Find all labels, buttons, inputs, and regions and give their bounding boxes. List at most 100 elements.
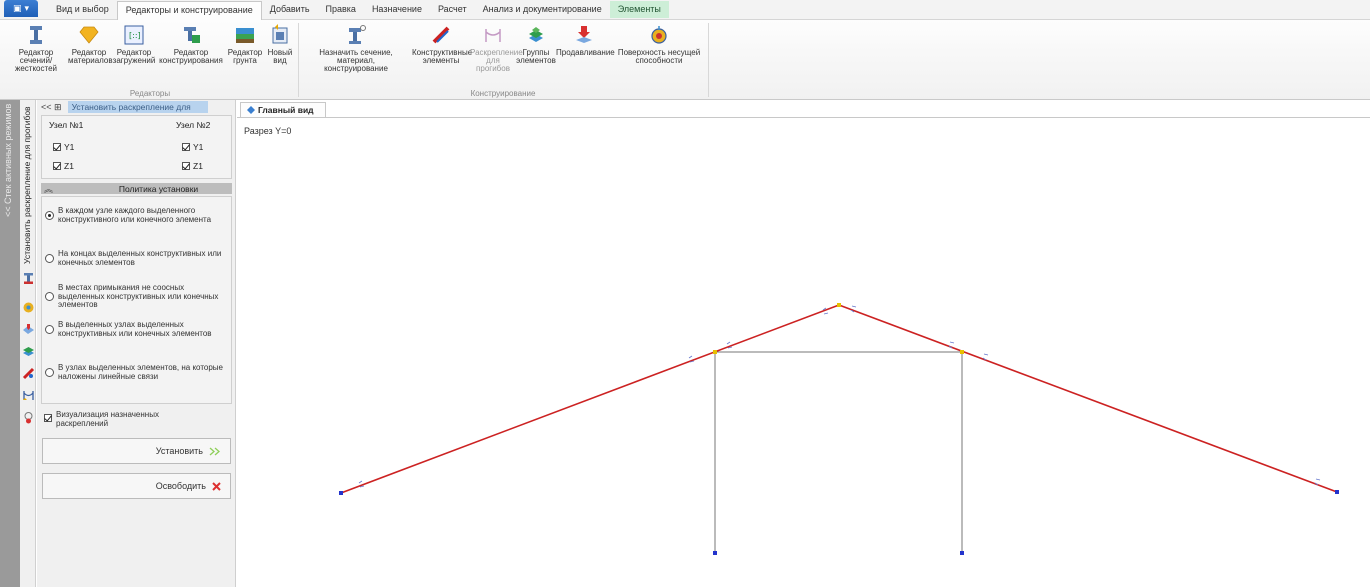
assign-section-button[interactable]: Назначить сечение, материал, конструиров… bbox=[300, 24, 412, 73]
group-label-editors: Редакторы bbox=[129, 89, 171, 98]
new-view-label-2: вид bbox=[273, 56, 287, 65]
policy-option-selected-nodes[interactable]: В выделенных узлах выделенных конструкти… bbox=[45, 320, 228, 338]
bracing-button[interactable]: Раскрепление для прогибов bbox=[470, 24, 523, 73]
policy-option-label: В узлах выделенных элементов, на которые… bbox=[58, 363, 223, 381]
radio-button[interactable] bbox=[45, 211, 54, 220]
left-rafter[interactable] bbox=[340, 304, 840, 494]
node1-z1-checkbox[interactable]: Z1 bbox=[53, 161, 74, 171]
checkbox-box[interactable] bbox=[44, 414, 52, 422]
view-icon bbox=[247, 106, 255, 114]
node[interactable] bbox=[713, 350, 717, 354]
new-view-button[interactable]: Новый вид bbox=[264, 24, 296, 65]
node2-z1-checkbox[interactable]: Z1 bbox=[182, 161, 203, 171]
checkbox-box[interactable] bbox=[53, 143, 61, 151]
checkbox-box[interactable] bbox=[53, 162, 61, 170]
radio-button[interactable] bbox=[45, 325, 54, 334]
tab-edit[interactable]: Правка bbox=[318, 1, 364, 18]
punching-label: Продавливание bbox=[556, 48, 615, 57]
panel-title: Установить раскрепление для bbox=[67, 101, 208, 113]
policy-option-each-node[interactable]: В каждом узле каждого выделенного констр… bbox=[45, 206, 228, 224]
node[interactable] bbox=[339, 491, 343, 495]
radio-button[interactable] bbox=[45, 254, 54, 263]
policy-option-linear-links[interactable]: В узлах выделенных элементов, на которые… bbox=[45, 363, 228, 381]
node1-z1-label: Z1 bbox=[64, 161, 74, 171]
tab-add[interactable]: Добавить bbox=[262, 1, 318, 18]
material-editor-button[interactable]: Редактор материалов bbox=[68, 24, 113, 65]
soil-editor-button[interactable]: Редактор грунта bbox=[226, 24, 264, 65]
design-editor-button[interactable]: Редактор конструирования bbox=[158, 24, 224, 65]
node[interactable] bbox=[1335, 490, 1339, 494]
node2-header: Узел №2 bbox=[176, 120, 211, 130]
panel-collapse-buttons[interactable]: << ⊞ bbox=[37, 102, 66, 113]
tab-view[interactable]: Вид и выбор bbox=[48, 1, 117, 18]
checkbox-box[interactable] bbox=[182, 143, 190, 151]
main-view-tab-label: Главный вид bbox=[258, 105, 314, 115]
tab-calc[interactable]: Расчет bbox=[430, 1, 475, 18]
punching-button[interactable]: Продавливание bbox=[556, 24, 615, 57]
ribbon-panel: Редактор сечений/ жесткостей Редактор ма… bbox=[0, 20, 1370, 100]
assign-icon[interactable] bbox=[22, 411, 35, 424]
node[interactable] bbox=[713, 551, 717, 555]
frame-drawing[interactable] bbox=[237, 118, 1370, 587]
structural-icon[interactable] bbox=[22, 367, 35, 380]
tab-analysis[interactable]: Анализ и документирование bbox=[475, 1, 610, 18]
mode-tab-label[interactable]: Установить раскрепление для прогибов bbox=[22, 106, 32, 278]
radio-button[interactable] bbox=[45, 368, 54, 377]
policy-option-label: В местах примыкания не соосных выделенны… bbox=[58, 283, 219, 309]
node2-y1-checkbox[interactable]: Y1 bbox=[182, 142, 203, 152]
groups-icon[interactable] bbox=[22, 345, 35, 358]
tab-editors[interactable]: Редакторы и конструирование bbox=[116, 1, 262, 20]
punching-icon[interactable] bbox=[22, 323, 35, 336]
bracing-icon[interactable] bbox=[22, 389, 35, 402]
active-modes-stack-strip[interactable]: << Стек активных режимов bbox=[0, 100, 20, 587]
assign-section-icon bbox=[349, 25, 366, 44]
model-viewport[interactable]: Разрез Y=0 bbox=[237, 117, 1370, 587]
node[interactable] bbox=[837, 303, 841, 307]
app-menu-button[interactable]: ▣ ▾ bbox=[4, 0, 38, 17]
element-groups-button[interactable]: Группы элементов bbox=[516, 24, 556, 65]
policy-options: В каждом узле каждого выделенного констр… bbox=[41, 196, 232, 404]
section-editor-icon bbox=[30, 26, 42, 44]
visualize-checkbox[interactable]: Визуализация назначенных раскреплений bbox=[44, 410, 206, 428]
load-editor-button[interactable]: [::] Редактор загружений bbox=[110, 24, 158, 65]
right-rafter[interactable] bbox=[838, 304, 1338, 493]
capacity-surface-button[interactable]: Поверхность несущей способности bbox=[612, 24, 706, 65]
policy-section-header[interactable]: ︽ Политика установки bbox=[41, 183, 232, 194]
node[interactable] bbox=[960, 551, 964, 555]
release-button-label: Освободить bbox=[155, 481, 206, 491]
group-separator bbox=[298, 23, 299, 97]
structural-elements-label-2: элементы bbox=[422, 56, 460, 65]
bracing-panel: << ⊞ Установить раскрепление для Узел №1… bbox=[37, 100, 236, 587]
punching-icon bbox=[576, 26, 592, 43]
tab-main-view[interactable]: Главный вид bbox=[240, 102, 326, 117]
section-editor-label-2: жесткостей bbox=[15, 64, 57, 73]
group-separator bbox=[708, 23, 709, 97]
visualize-label: Визуализация назначенных раскреплений bbox=[56, 410, 159, 428]
chevron-up-icon[interactable]: ︽ bbox=[44, 182, 53, 195]
tab-assign[interactable]: Назначение bbox=[364, 1, 430, 18]
section-icon[interactable] bbox=[22, 272, 35, 285]
node[interactable] bbox=[960, 350, 964, 354]
checkbox-box[interactable] bbox=[182, 162, 190, 170]
node2-z1-label: Z1 bbox=[193, 161, 203, 171]
axis-markers bbox=[358, 305, 1321, 488]
app-icon: ▣ bbox=[12, 3, 22, 13]
capacity-surface-label-2: способности bbox=[635, 56, 683, 65]
policy-option-junctions[interactable]: В местах примыкания не соосных выделенны… bbox=[45, 283, 228, 310]
section-editor-button[interactable]: Редактор сечений/ жесткостей bbox=[4, 24, 68, 73]
release-button[interactable]: Освободить bbox=[42, 473, 231, 499]
soil-editor-label-2: грунта bbox=[233, 56, 257, 65]
capacity-icon[interactable] bbox=[22, 301, 35, 314]
chevron-down-icon: ▾ bbox=[24, 3, 30, 13]
tab-elements[interactable]: Элементы bbox=[609, 1, 669, 18]
section-editor-label-1: Редактор сечений/ bbox=[18, 48, 54, 65]
bracing-label-2: для прогибов bbox=[476, 56, 510, 73]
node1-y1-checkbox[interactable]: Y1 bbox=[53, 142, 74, 152]
new-view-icon bbox=[272, 24, 288, 44]
material-editor-label-2: материалов bbox=[68, 56, 113, 65]
node2-y1-label: Y1 bbox=[193, 142, 204, 152]
radio-button[interactable] bbox=[45, 292, 54, 302]
policy-option-ends[interactable]: На концах выделенных конструктивных или … bbox=[45, 249, 228, 267]
set-button[interactable]: Установить bbox=[42, 438, 231, 464]
structural-elements-button[interactable]: Конструктивные элементы bbox=[412, 24, 472, 65]
